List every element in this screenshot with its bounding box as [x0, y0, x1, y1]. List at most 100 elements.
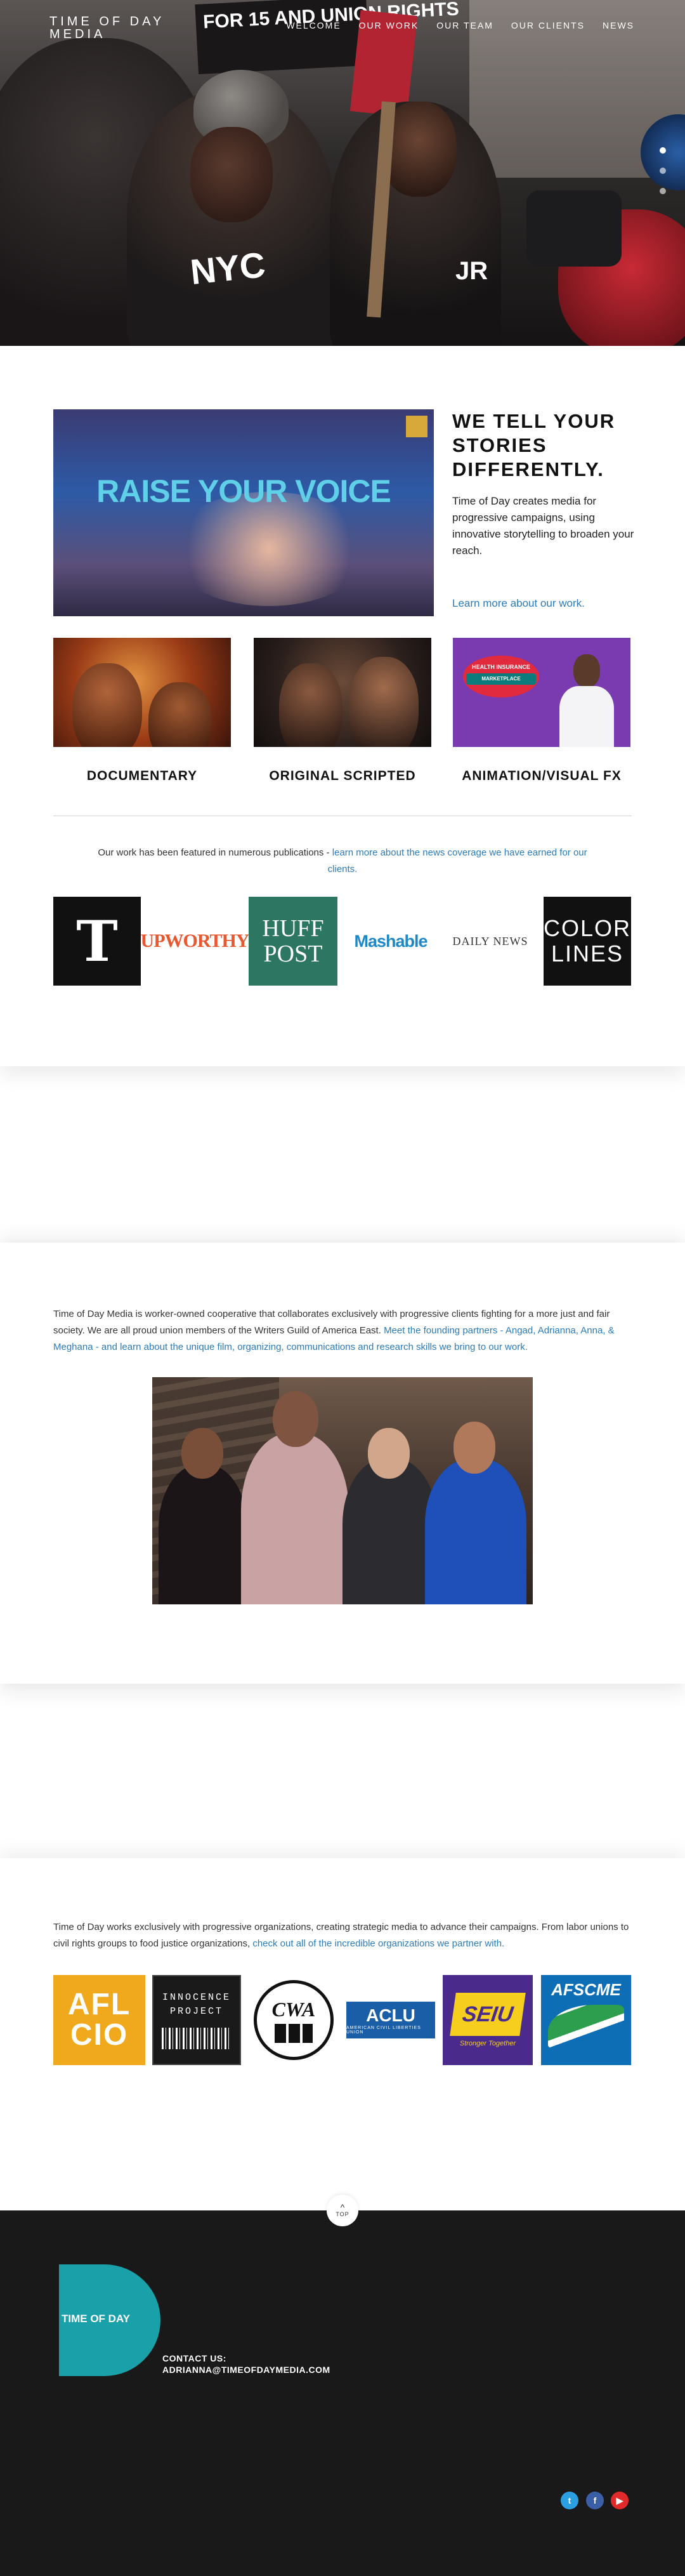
section-dots — [660, 147, 666, 194]
seiu-badge: SEIU — [450, 1993, 526, 2036]
nav-item-our-clients[interactable]: OUR CLIENTS — [511, 20, 585, 30]
site-logo[interactable]: TIME OF DAY MEDIA — [49, 15, 164, 41]
afl-cio-text: AFL — [67, 1988, 131, 2021]
shirt-text: JR — [455, 257, 488, 285]
featured-text: Our work has been featured in numerous p… — [82, 845, 603, 878]
logo-line-2: MEDIA — [49, 27, 106, 41]
marketplace-logo: HEALTH INSURANCE MARKETPLACE — [463, 656, 539, 697]
colorlines-logo-text: COLOR — [543, 915, 632, 941]
footer-logo-text: TIME OF DAY — [62, 2313, 130, 2325]
cwa-logo[interactable]: CWA — [254, 1975, 334, 2065]
cwa-seal: CWA — [254, 1980, 334, 2060]
facebook-icon[interactable]: f — [586, 2492, 604, 2509]
aclu-text: ACLU — [366, 2005, 415, 2025]
cwa-emblem — [275, 2023, 313, 2043]
innocence-project-logo[interactable]: INNOCENCE PROJECT — [152, 1975, 241, 2065]
news-coverage-link[interactable]: learn more about the news coverage we ha… — [328, 847, 587, 875]
our-work-section: RAISE YOUR VOICE WE TELL YOUR STORIES DI… — [0, 346, 685, 1066]
footer-logo[interactable]: TIME OF DAY — [59, 2264, 160, 2376]
section-dot[interactable] — [660, 147, 666, 154]
afscme-swoosh — [548, 2005, 624, 2049]
nav-item-our-work[interactable]: OUR WORK — [359, 20, 419, 30]
nav-item-our-team[interactable]: OUR TEAM — [436, 20, 493, 30]
back-to-top-button[interactable]: ^ TOP — [327, 2195, 358, 2226]
upworthy-logo-text: UPWORTHY — [140, 930, 250, 951]
innocence-text: INNOCENCE — [162, 1992, 231, 2003]
contact-email[interactable]: ADRIANNA@TIMEOFDAYMEDIA.COM — [162, 2364, 330, 2375]
clients-text: Time of Day works exclusively with progr… — [53, 1919, 632, 1952]
top-label: TOP — [336, 2211, 349, 2217]
chevron-up-icon: ^ — [340, 2202, 345, 2212]
team-member-head — [368, 1428, 410, 1479]
aclu-subtext: AMERICAN CIVIL LIBERTIES UNION — [346, 2026, 421, 2035]
daily-news-logo-text: DAILY NEWS — [452, 934, 528, 948]
marketplace-top-text: HEALTH INSURANCE — [472, 664, 530, 670]
afscme-logo[interactable]: AFSCME — [541, 1975, 631, 2065]
thumbnail-person — [72, 663, 142, 747]
contact-label: CONTACT US: — [162, 2353, 226, 2363]
documentary-thumbnail[interactable] — [53, 638, 231, 747]
seiu-text: SEIU — [460, 2002, 515, 2026]
category-original-scripted[interactable]: ORIGINAL SCRIPTED — [247, 769, 438, 784]
seiu-tagline: Stronger Together — [459, 2040, 516, 2047]
mashable-logo[interactable]: Mashable — [346, 897, 435, 986]
cwa-text: CWA — [271, 1997, 316, 2021]
upworthy-logo[interactable]: UPWORTHY — [141, 897, 250, 986]
team-member — [425, 1458, 526, 1604]
team-member — [241, 1433, 349, 1604]
doctor-figure — [554, 651, 618, 747]
team-member — [159, 1465, 247, 1604]
afl-cio-text: CIO — [70, 2018, 129, 2052]
scripted-thumbnail[interactable] — [254, 638, 431, 747]
team-text: Time of Day Media is worker-owned cooper… — [53, 1306, 632, 1356]
aclu-logo[interactable]: ACLU AMERICAN CIVIL LIBERTIES UNION — [346, 1975, 435, 2065]
nav-item-welcome[interactable]: WELCOME — [286, 20, 341, 30]
afscme-text: AFSCME — [551, 1980, 621, 1999]
section-dot[interactable] — [660, 188, 666, 194]
featured-intro: Our work has been featured in numerous p… — [98, 847, 332, 858]
partner-organizations-link[interactable]: check out all of the incredible organiza… — [252, 1938, 504, 1949]
seiu-logo[interactable]: SEIU Stronger Together — [443, 1975, 533, 2065]
thumbnail-person — [148, 682, 212, 747]
afl-cio-logo[interactable]: AFL CIO — [53, 1975, 145, 2065]
team-member-head — [273, 1391, 318, 1447]
video-badge — [406, 416, 427, 437]
huffpost-logo-text: HUFF — [262, 915, 324, 942]
barcode-graphic — [162, 2028, 232, 2049]
marketplace-band-text: MARKETPLACE — [466, 673, 536, 685]
aclu-box: ACLU AMERICAN CIVIL LIBERTIES UNION — [346, 2002, 435, 2038]
our-clients-section: Time of Day works exclusively with progr… — [0, 1858, 685, 2210]
nav-item-news[interactable]: NEWS — [603, 20, 634, 30]
innocence-text: PROJECT — [169, 2006, 223, 2017]
category-animation[interactable]: ANIMATION/VISUAL FX — [447, 769, 637, 784]
team-member-head — [453, 1422, 495, 1474]
animation-thumbnail[interactable]: HEALTH INSURANCE MARKETPLACE — [453, 638, 630, 747]
work-intro: Time of Day creates media for progressiv… — [452, 495, 634, 557]
learn-more-link[interactable]: Learn more about our work. — [452, 597, 585, 610]
video-player[interactable]: RAISE YOUR VOICE — [53, 409, 434, 616]
video-camera — [526, 190, 622, 267]
category-documentary[interactable]: DOCUMENTARY — [47, 769, 237, 784]
colorlines-logo-text: LINES — [551, 941, 624, 967]
shirt-text: NYC — [188, 244, 268, 293]
nyt-logo-text: T — [76, 908, 118, 974]
youtube-icon[interactable]: ▶ — [611, 2492, 629, 2509]
colorlines-logo[interactable]: COLOR LINES — [544, 897, 631, 986]
doctor-coat — [559, 686, 614, 747]
twitter-icon[interactable]: t — [561, 2492, 578, 2509]
team-photo — [152, 1377, 533, 1604]
work-headline: WE TELL YOUR STORIES DIFFERENTLY. — [452, 410, 616, 480]
huffpost-logo[interactable]: HUFF POST — [249, 897, 337, 986]
daily-news-logo[interactable]: DAILY NEWS — [443, 897, 538, 986]
team-member — [342, 1458, 438, 1604]
mashable-logo-text: Mashable — [354, 931, 427, 951]
video-title: RAISE YOUR VOICE — [96, 473, 391, 509]
our-team-section: Time of Day Media is worker-owned cooper… — [0, 1243, 685, 1684]
hero-section: FOR 15 AND UNION RIGHTS NYC JR TIME OF D… — [0, 0, 685, 346]
doctor-head — [573, 654, 600, 687]
section-dot[interactable] — [660, 168, 666, 174]
contact-block: CONTACT US: ADRIANNA@TIMEOFDAYMEDIA.COM — [162, 2353, 330, 2375]
team-member-head — [181, 1428, 223, 1479]
nyt-logo[interactable]: T — [53, 897, 141, 986]
hero-face — [190, 127, 273, 222]
